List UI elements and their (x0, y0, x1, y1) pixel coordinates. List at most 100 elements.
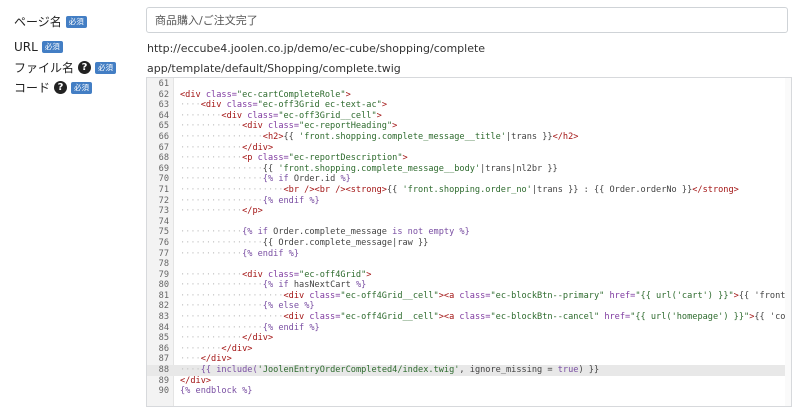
code-text: </div> (180, 376, 211, 387)
code-line[interactable]: 86 ········</div> (147, 344, 791, 355)
code-token: </strong> (692, 184, 739, 195)
code-token: %} (459, 227, 470, 238)
line-number: 68 (158, 153, 169, 164)
line-number: 69 (158, 163, 169, 174)
code-token: %} (309, 322, 320, 333)
code-token: Order.complete_message (273, 227, 393, 238)
code-line[interactable]: 85 ············</div> (147, 333, 791, 344)
code-line[interactable]: 71 ····················<br /><br /><stron… (147, 185, 791, 196)
code-line[interactable]: 89 </div> (147, 376, 791, 387)
code-text: ············</div> (180, 333, 274, 344)
code-line[interactable]: 68 ············<p class="ec-reportDescrip… (147, 153, 791, 164)
code-text: ············<div class="ec-reportHeading… (180, 121, 398, 132)
line-number: 71 (158, 184, 169, 195)
code-token: , ignore_missing = (459, 365, 558, 376)
code-text: ········</div> (180, 343, 253, 354)
code-text: ················{{ 'front.shopping.compl… (180, 163, 558, 174)
code-line[interactable]: 81 ····················<div class="ec-off… (147, 291, 791, 302)
code-token: {% (262, 280, 279, 291)
code-line[interactable]: 87 ····</div> (147, 354, 791, 365)
code-line[interactable]: 84 ················{% endif %} (147, 323, 791, 334)
line-number: 72 (158, 195, 169, 206)
code-token: {{ (283, 131, 300, 142)
code-line[interactable]: 76 ················{{ Order.complete_mess… (147, 238, 791, 249)
line-number: 80 (158, 280, 169, 291)
code-token: {% (262, 301, 279, 312)
code-line[interactable]: 75 ············{% if Order.complete_messa… (147, 227, 791, 238)
line-number: 61 (158, 79, 169, 89)
page-name-label: ページ名 必須 (14, 13, 87, 30)
code-line[interactable]: 61 (147, 79, 791, 90)
code-text: ····{{ include('JoolenEntryOrderComplete… (180, 365, 600, 376)
code-line[interactable]: 67 ············</div> (147, 143, 791, 154)
code-token: 'front.shopping.complete_message__title' (299, 131, 506, 142)
code-line[interactable]: 82 ················{% else %} (147, 301, 791, 312)
code-line[interactable]: 80 ················{% if hasNextCart %} (147, 280, 791, 291)
code-token: </div> (242, 333, 274, 344)
code-token: <div (180, 89, 206, 100)
code-line[interactable]: 62 <div class="ec-cartCompleteRole"> (147, 90, 791, 101)
code-token: <div (200, 100, 227, 111)
code-token: > (402, 153, 408, 164)
code-token: class= (309, 290, 341, 301)
code-line[interactable]: 78 (147, 259, 791, 270)
required-badge: 必須 (95, 61, 117, 74)
line-number: 78 (158, 259, 169, 270)
page-name-input[interactable] (146, 7, 788, 33)
code-token: class= (459, 290, 491, 301)
code-text: ············</div> (180, 142, 274, 153)
code-token: class= (257, 153, 289, 164)
editor-scrollbar[interactable] (785, 78, 791, 406)
code-token: "ec-reportHeading" (299, 121, 393, 132)
line-number: 84 (158, 322, 169, 333)
code-editor[interactable]: 61 62 <div class="ec-cartCompleteRole"> 63 ·… (146, 77, 792, 407)
code-line[interactable]: 83 ····················<div class="ec-off… (147, 312, 791, 323)
code-line[interactable]: 64 ········<div class="ec-off3Grid__cell"… (147, 111, 791, 122)
code-token: else (278, 301, 305, 312)
required-badge: 必須 (65, 15, 87, 28)
code-token: "ec-off3Grid__cell" (278, 110, 377, 121)
file-name-label: ファイル名 ? 必須 (14, 59, 117, 76)
code-token: "ec-blockBtn--cancel" (490, 312, 600, 323)
code-line[interactable]: 66 ················<h2>{{ 'front.shopping… (147, 132, 791, 143)
code-line[interactable]: 74 (147, 217, 791, 228)
code-token: class= (459, 312, 491, 323)
code-token: class= (267, 269, 300, 280)
code-line[interactable]: 77 ············{% endif %} (147, 249, 791, 260)
code-text: ····················<div class="ec-off4G… (180, 312, 791, 323)
code-token: |trans }} : {{ Order.orderNo }} (531, 184, 693, 195)
code-token: {{ (200, 365, 217, 376)
code-line[interactable]: 72 ················{% endif %} (147, 196, 791, 207)
code-token: class= (247, 110, 279, 121)
code-line[interactable]: 79 ············<div class="ec-off4Grid"> (147, 270, 791, 281)
code-token: <div (221, 110, 248, 121)
code-lines[interactable]: 61 62 <div class="ec-cartCompleteRole"> 63 ·… (147, 79, 791, 397)
code-token: > (376, 110, 382, 121)
code-token: include( (216, 365, 258, 376)
required-badge: 必須 (41, 41, 63, 53)
code-line[interactable]: 63 ····<div class="ec-off3Grid ec-text-ac… (147, 100, 791, 111)
code-token: Order.id (293, 174, 341, 185)
code-text: ····<div class="ec-off3Grid ec-text-ac"> (180, 100, 387, 111)
code-token: <div (242, 269, 268, 280)
code-line[interactable]: 73 ············</p> (147, 206, 791, 217)
file-name-label-text: ファイル名 (14, 61, 75, 75)
code-line[interactable]: 90 {% endblock %} (147, 386, 791, 397)
line-number: 88 (158, 365, 169, 376)
line-number: 63 (158, 100, 169, 111)
help-icon[interactable]: ? (54, 81, 68, 94)
code-token: 'JoolenEntryOrderCompleted4/index.twig' (257, 365, 460, 376)
code-token: "ec-cartCompleteRole" (236, 89, 346, 100)
line-number: 70 (158, 174, 169, 185)
code-token: "ec-reportDescription" (288, 153, 403, 164)
code-line[interactable]: 65 ············<div class="ec-reportHeadi… (147, 121, 791, 132)
code-line[interactable]: 88 ····{{ include('JoolenEntryOrderComple… (147, 365, 791, 376)
line-number: 73 (158, 206, 169, 217)
line-number: 77 (158, 248, 169, 259)
code-label-text: コード (14, 81, 51, 95)
code-token: endif (257, 248, 289, 259)
help-icon[interactable]: ? (78, 61, 92, 74)
code-line[interactable]: 70 ················{% if Order.id %} (147, 174, 791, 185)
code-token: {% (242, 248, 258, 259)
code-line[interactable]: 69 ················{{ 'front.shopping.com… (147, 164, 791, 175)
